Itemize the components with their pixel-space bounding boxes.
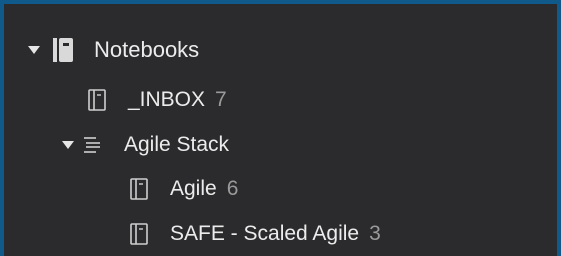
note-count: 6 xyxy=(226,177,239,200)
chevron-down-icon[interactable] xyxy=(28,46,40,54)
tree-root-notebooks[interactable]: Notebooks xyxy=(28,30,199,70)
note-count: 3 xyxy=(369,222,381,245)
note-count: 7 xyxy=(215,88,227,111)
tree-root-label: Notebooks xyxy=(94,37,200,62)
stack-icon xyxy=(82,135,102,155)
notebook-icon xyxy=(130,178,148,200)
tree-item-label: SAFE - Scaled Agile xyxy=(170,222,360,245)
chevron-down-icon[interactable] xyxy=(62,141,74,149)
tree-item-agile[interactable]: Agile 6 xyxy=(130,169,238,209)
notebooks-panel: Notebooks _INBOX 7 Agile Stack Agile 6 S… xyxy=(4,4,557,256)
tree-item-safe-scaled-agile[interactable]: SAFE - Scaled Agile 3 xyxy=(130,214,381,254)
notebook-icon xyxy=(88,89,106,111)
tree-item-label: Agile xyxy=(170,177,217,200)
notebook-icon xyxy=(130,223,148,245)
tree-item-label: Agile Stack xyxy=(124,133,230,156)
tree-item-label: _INBOX xyxy=(128,88,206,111)
notebooks-icon xyxy=(52,37,74,63)
tree-item-inbox[interactable]: _INBOX 7 xyxy=(88,80,227,120)
tree-item-agile-stack[interactable]: Agile Stack xyxy=(62,125,229,165)
